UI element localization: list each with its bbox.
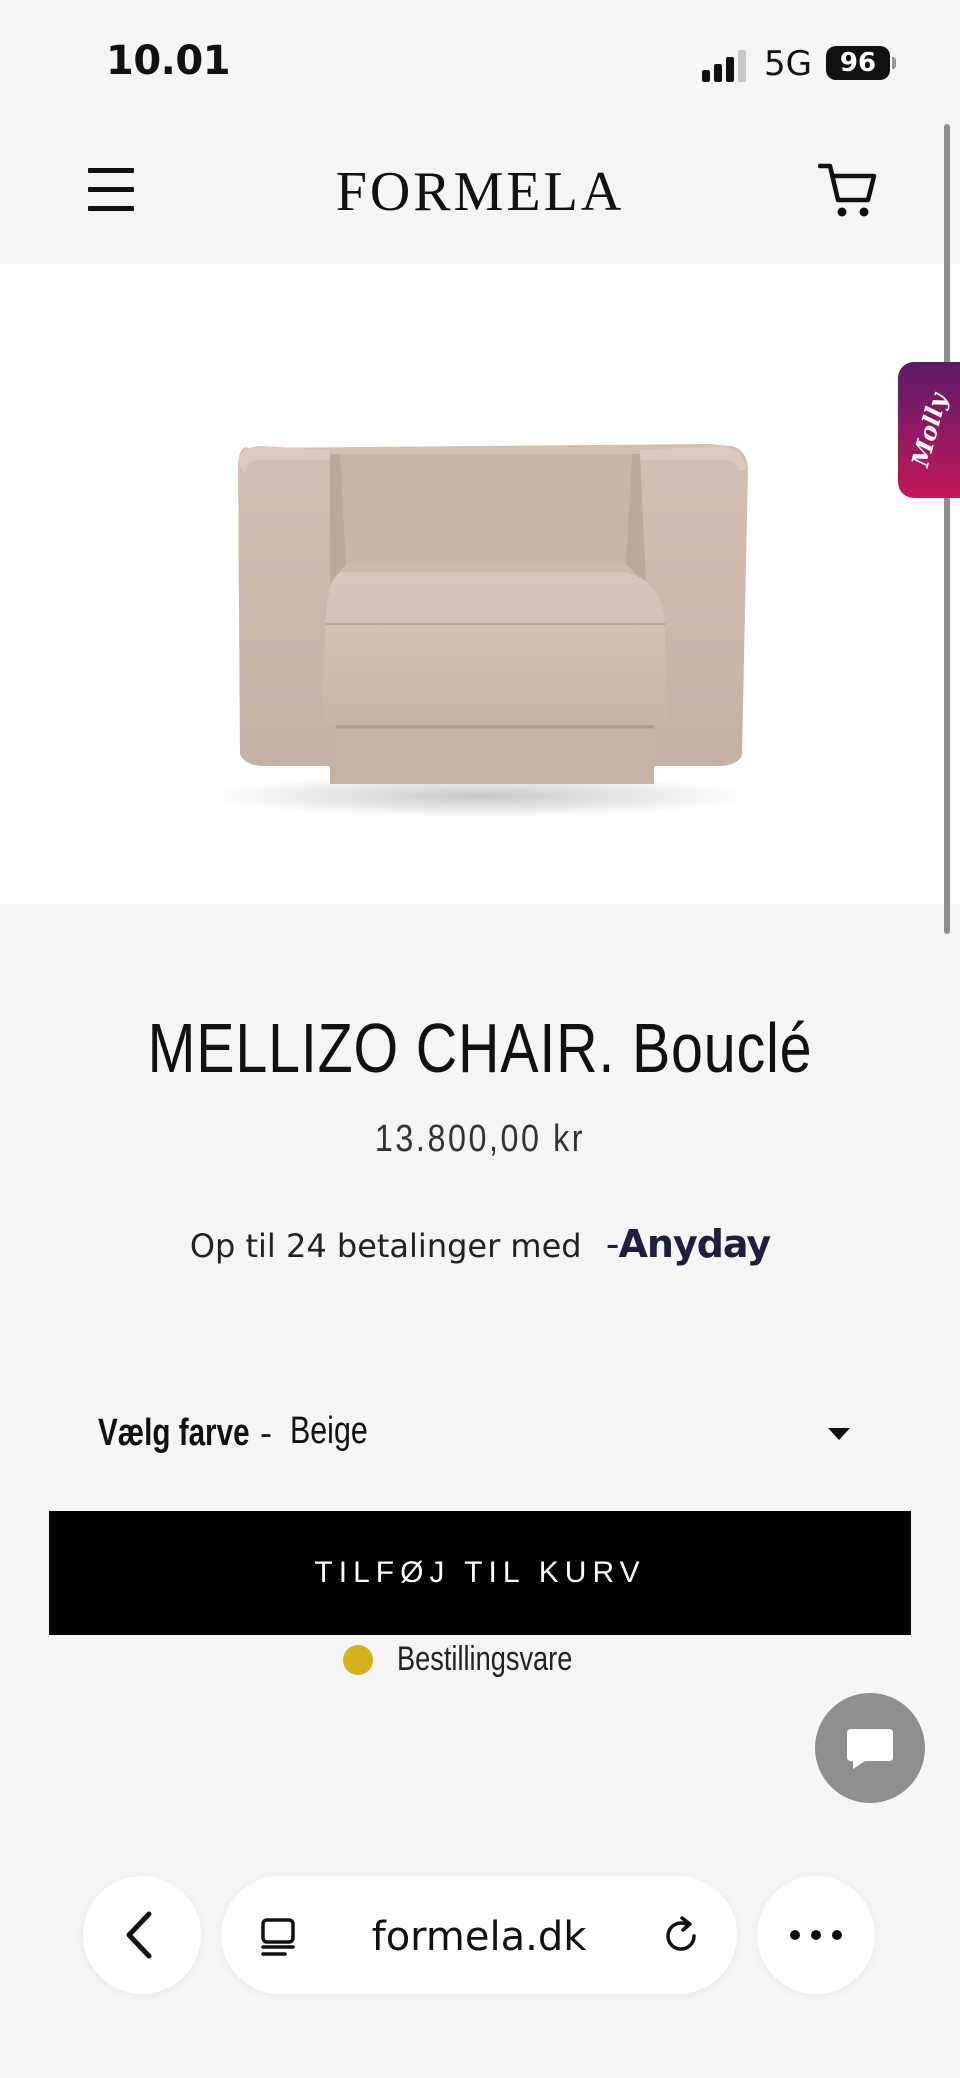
stock-status-dot	[343, 1644, 374, 1675]
network-label: 5G	[764, 44, 812, 84]
stock-status-text: Bestillingsvare	[397, 1640, 573, 1678]
chevron-down-icon[interactable]	[828, 1428, 850, 1440]
color-select[interactable]: Vælg farve - Beige	[98, 1406, 858, 1462]
status-time: 10.01	[106, 38, 231, 84]
product-image[interactable]	[0, 264, 960, 904]
scrollbar[interactable]	[944, 124, 950, 934]
add-to-cart-button[interactable]: TILFØJ TIL KURV	[49, 1511, 911, 1635]
product-price: 13.800,00 kr	[374, 1118, 586, 1160]
address-bar[interactable]: formela.dk	[221, 1876, 737, 1994]
battery-tip	[892, 57, 896, 69]
back-chevron-icon	[126, 1911, 152, 1959]
chat-bubble-icon	[847, 1729, 893, 1769]
menu-icon[interactable]	[88, 168, 134, 212]
home-indicator	[320, 2048, 640, 2058]
browser-toolbar: formela.dk	[0, 1860, 960, 2078]
anyday-logo: -Anyday	[605, 1222, 771, 1266]
color-select-value: Beige	[290, 1410, 368, 1452]
molly-label: Molly	[905, 390, 953, 470]
back-button[interactable]	[83, 1876, 201, 1994]
site-logo[interactable]: FORMELA	[330, 160, 630, 224]
installments-info[interactable]: Op til 24 betalinger med -Anyday	[0, 1222, 960, 1266]
battery-level: 96	[839, 48, 877, 78]
armchair-image	[210, 444, 750, 818]
molly-side-tab[interactable]: Molly	[898, 362, 960, 498]
color-select-label: Vælg farve	[98, 1412, 250, 1454]
cart-icon[interactable]	[817, 160, 878, 220]
site-header: FORMELA	[0, 120, 960, 264]
battery-icon: 96	[826, 46, 890, 80]
installments-text: Op til 24 betalinger med	[189, 1227, 582, 1265]
stock-status: Bestillingsvare	[0, 1640, 960, 1686]
status-bar: 10.01 5G 96	[0, 0, 960, 120]
signal-bars-icon	[702, 48, 750, 82]
more-icon	[790, 1930, 842, 1940]
reload-icon[interactable]	[659, 1914, 703, 1958]
product-title: MELLIZO CHAIR. Bouclé	[147, 1009, 813, 1087]
more-button[interactable]	[757, 1876, 875, 1994]
color-select-separator: -	[260, 1412, 272, 1453]
chat-button[interactable]	[815, 1693, 925, 1803]
